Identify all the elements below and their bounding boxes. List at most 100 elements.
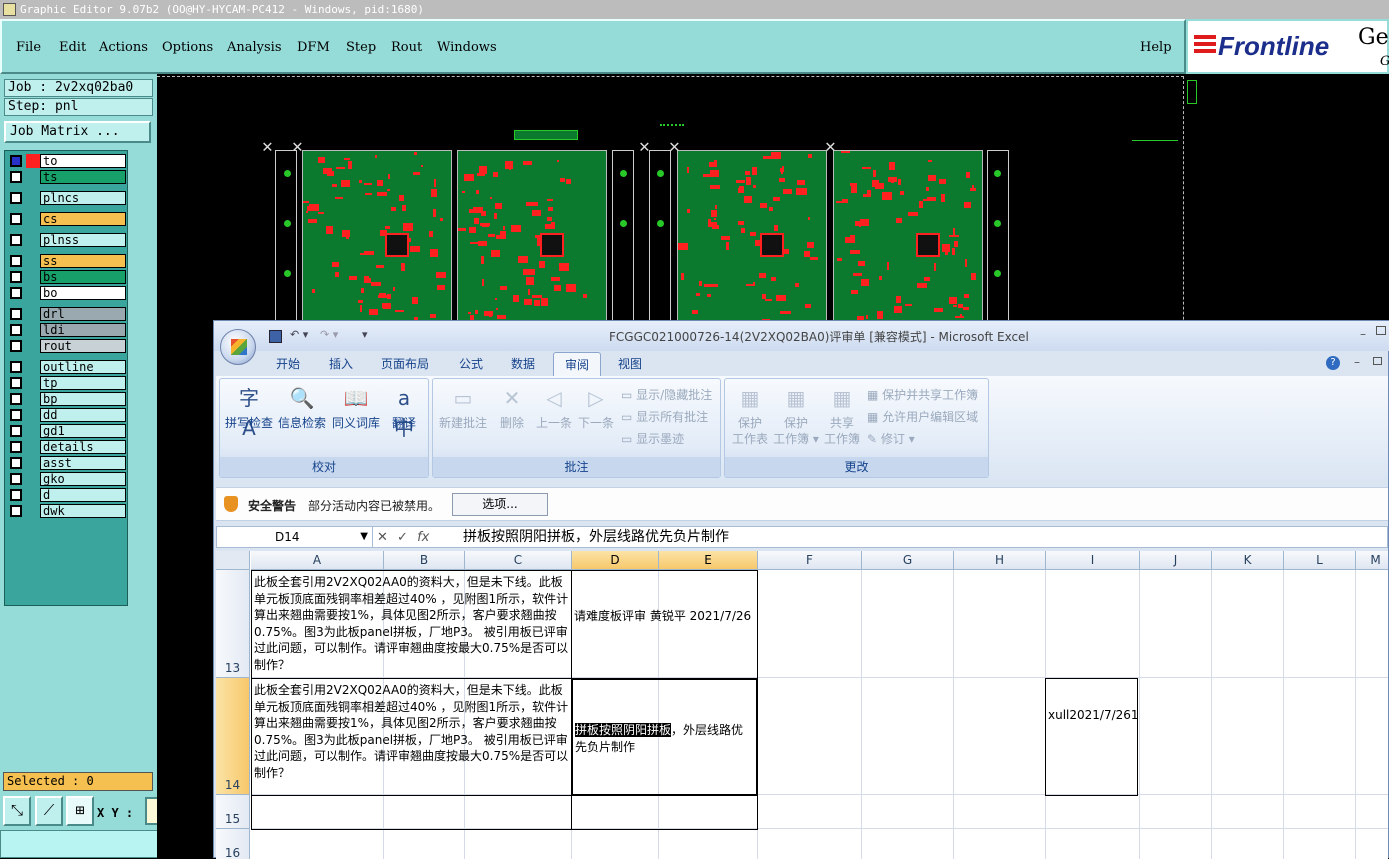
cell-a14[interactable]: 此板全套引用2V2XQ02AA0的资料大，但是未下线。此板单元板顶底面残铜率相差… [251,678,572,796]
layer-checkbox[interactable] [10,473,22,485]
minimize-icon[interactable]: – [1360,327,1366,341]
row-header-16[interactable]: 16 [216,829,250,859]
layer-row-dd[interactable]: dd [8,408,126,422]
column-header-m[interactable]: M [1356,551,1388,570]
menu-step[interactable]: Step [346,40,376,55]
column-header-g[interactable]: G [862,551,954,570]
insert-function-icon[interactable]: fx [417,530,429,545]
x-window-icon[interactable] [3,3,16,16]
column-header-i[interactable]: I [1046,551,1140,570]
cell-i14[interactable]: xull2021/7/2619:09 [1045,678,1138,796]
layer-checkbox[interactable] [10,409,22,421]
spell-check-button[interactable]: 字A 拼写检查 [224,383,274,440]
layer-checkbox[interactable] [10,441,22,453]
layer-name[interactable]: bo [40,286,126,300]
layer-name[interactable]: gko [40,472,126,486]
column-header-l[interactable]: L [1284,551,1356,570]
layer-checkbox[interactable] [10,425,22,437]
layer-checkbox[interactable] [10,271,22,283]
protect-workbook-button[interactable]: ▦ 保护 工作簿 ▾ [773,383,819,447]
spreadsheet-grid[interactable]: ABCDEFGHIJKLM 13 14 15 16 此板全套引用2V2XQ02A… [216,551,1388,859]
layer-checkbox[interactable] [10,505,22,517]
menu-file[interactable]: File [16,40,41,55]
layer-checkbox[interactable] [10,171,22,183]
layer-name[interactable]: gd1 [40,424,126,438]
layer-checkbox[interactable] [10,377,22,389]
show-hide-comment[interactable]: ▭ 显示/隐藏批注 [621,386,712,403]
restore-icon[interactable] [1376,326,1386,335]
layer-checkbox[interactable] [10,255,22,267]
cell-d15[interactable] [571,795,758,830]
next-comment-button[interactable]: ▷ 下一条 [575,383,617,431]
show-ink[interactable]: ▭ 显示墨迹 [621,430,684,447]
layer-row-plncs[interactable]: plncs [8,191,126,205]
grid-snap-icon[interactable]: ⊞ [66,796,94,826]
layer-row-tp[interactable]: tp [8,376,126,390]
track-changes[interactable]: ✎ 修订 ▾ [867,430,915,447]
protect-and-share[interactable]: ▦ 保护并共享工作簿 [867,386,978,403]
layer-name[interactable]: ts [40,170,126,184]
tab-review[interactable]: 审阅 [553,352,602,376]
chevron-down-icon[interactable]: ▼ [360,527,368,547]
column-header-d[interactable]: D [572,551,659,570]
layer-name[interactable]: rout [40,339,126,353]
select-all-corner[interactable] [216,551,250,570]
cancel-icon[interactable]: ✕ [377,530,388,545]
column-header-j[interactable]: J [1140,551,1212,570]
column-header-c[interactable]: C [465,551,572,570]
layer-row-ts[interactable]: ts [8,170,126,184]
layer-checkbox[interactable] [10,155,22,167]
layer-row-gd1[interactable]: gd1 [8,424,126,438]
layer-row-cs[interactable]: cs [8,212,126,226]
column-header-k[interactable]: K [1212,551,1284,570]
tab-insert[interactable]: 插入 [329,355,353,372]
layer-checkbox[interactable] [10,213,22,225]
column-header-b[interactable]: B [384,551,465,570]
formula-input[interactable]: 拼板按照阴阳拼板，外层线路优先负片制作 [463,527,729,547]
tab-formulas[interactable]: 公式 [459,355,483,372]
layer-name[interactable]: d [40,488,126,502]
layer-row-bo[interactable]: bo [8,286,126,300]
share-workbook-button[interactable]: ▦ 共享 工作簿 [819,383,865,447]
layer-checkbox[interactable] [10,287,22,299]
row-header-15[interactable]: 15 [216,795,250,829]
cell-d13[interactable]: 请难度板评审 黄锐平 2021/7/26 [571,570,758,679]
measure-icon[interactable]: ⟋ [35,796,63,826]
layer-checkbox[interactable] [10,361,22,373]
layer-row-d[interactable]: d [8,488,126,502]
undo-icon[interactable]: ↶ ▾ [290,328,308,341]
allow-edit-ranges[interactable]: ▦ 允许用户编辑区域 [867,408,978,425]
delete-comment-button[interactable]: ✕ 删除 [492,383,532,431]
layer-row-dwk[interactable]: dwk [8,504,126,518]
layer-checkbox[interactable] [10,340,22,352]
cell-a13[interactable]: 此板全套引用2V2XQ02AA0的资料大，但是未下线。此板单元板顶底面残铜率相差… [251,570,572,679]
layer-row-bs[interactable]: bs [8,270,126,284]
thesaurus-button[interactable]: 📖 同义词库 [330,383,382,431]
security-options-button[interactable]: 选项... [452,493,548,516]
layer-row-to[interactable]: to [8,154,126,168]
layer-checkbox[interactable] [10,192,22,204]
tab-data[interactable]: 数据 [511,355,535,372]
customize-qat-icon[interactable]: ▾ [362,328,368,341]
layer-name[interactable]: cs [40,212,126,226]
layer-row-asst[interactable]: asst [8,456,126,470]
layer-checkbox[interactable] [10,324,22,336]
layer-checkbox[interactable] [10,234,22,246]
save-icon[interactable] [269,330,282,343]
layer-name[interactable]: bs [40,270,126,284]
name-box[interactable]: D14 ▼ [217,527,373,547]
layer-row-drl[interactable]: drl [8,307,126,321]
zoom-box-icon[interactable]: ⤡ [3,796,31,826]
research-button[interactable]: 🔍 信息检索 [277,383,327,431]
layer-name[interactable]: to [40,154,126,168]
layer-name[interactable]: ldi [40,323,126,337]
column-header-a[interactable]: A [251,551,384,570]
layer-name[interactable]: bp [40,392,126,406]
layer-row-ldi[interactable]: ldi [8,323,126,337]
translate-button[interactable]: a中 翻译 [384,383,424,440]
ribbon-minimize-icon[interactable]: – [1354,355,1360,369]
layer-name[interactable]: asst [40,456,126,470]
column-header-h[interactable]: H [954,551,1046,570]
new-comment-button[interactable]: ▭ 新建批注 [435,383,491,431]
menu-options[interactable]: Options [162,40,213,55]
